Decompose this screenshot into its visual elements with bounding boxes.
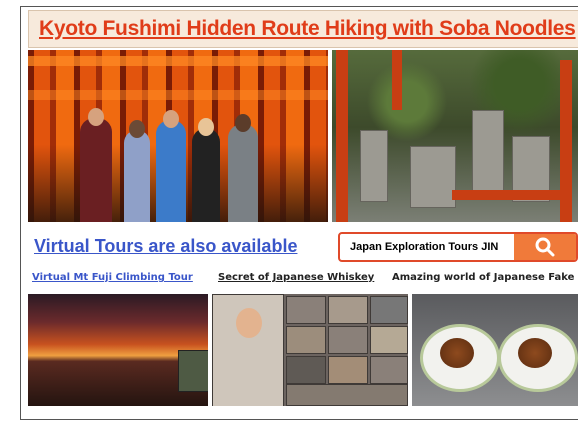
fake-food-burger-photo: [412, 294, 578, 406]
moss-shrine-photo: [332, 50, 578, 222]
page-title[interactable]: Kyoto Fushimi Hidden Route Hiking with S…: [39, 17, 576, 41]
whiskey-video-call-photo: [212, 294, 408, 406]
hiker-1: [80, 118, 112, 222]
tour-link-whiskey[interactable]: Secret of Japanese Whiskey: [218, 272, 374, 283]
tour-link-mt-fuji[interactable]: Virtual Mt Fuji Climbing Tour: [32, 272, 193, 283]
hiker-2: [124, 130, 150, 222]
search-icon: [535, 237, 555, 257]
search-box[interactable]: Japan Exploration Tours JIN: [338, 232, 578, 262]
torii-gates-hikers-photo: [28, 50, 328, 222]
hiker-3: [156, 120, 186, 222]
mt-fuji-sunset-photo: [28, 294, 208, 406]
virtual-tours-link[interactable]: Virtual Tours are also available: [34, 236, 297, 257]
hiker-5: [228, 124, 258, 222]
hiker-4: [192, 128, 220, 222]
search-button[interactable]: [514, 234, 576, 260]
tour-link-fake-food[interactable]: Amazing world of Japanese Fake Foo: [392, 272, 578, 283]
search-text: Japan Exploration Tours JIN: [350, 241, 499, 253]
title-bar: Kyoto Fushimi Hidden Route Hiking with S…: [28, 10, 578, 48]
